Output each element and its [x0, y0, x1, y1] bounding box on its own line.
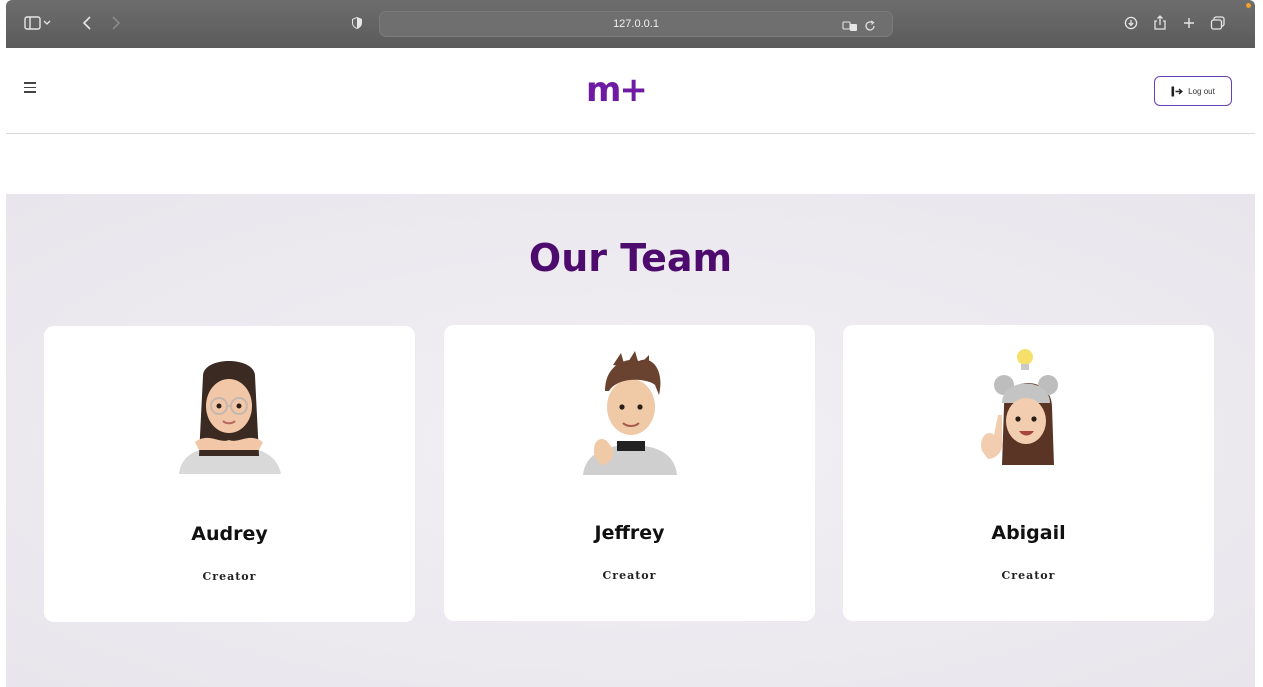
member-name: Jeffrey — [594, 522, 665, 544]
team-card-audrey: Audrey Creator — [44, 326, 415, 622]
forward-arrow-icon[interactable] — [110, 12, 122, 34]
member-name: Audrey — [191, 523, 268, 545]
share-icon[interactable] — [1153, 12, 1167, 34]
team-section: Our Team Audrey Creator Jeffrey Creator … — [6, 194, 1255, 687]
team-title: Our Team — [528, 236, 733, 280]
avatar-audrey — [179, 361, 281, 474]
privacy-shield-icon[interactable] — [351, 12, 363, 34]
member-role: Creator — [1001, 569, 1056, 582]
notification-dot — [1246, 3, 1251, 8]
logout-label: Log out — [1188, 86, 1215, 96]
hamburger-menu-icon[interactable] — [24, 82, 36, 93]
team-card-jeffrey: Jeffrey Creator — [444, 325, 815, 621]
tab-overview-icon[interactable] — [1210, 12, 1226, 34]
translate-icon[interactable] — [842, 15, 858, 37]
reload-icon[interactable] — [864, 15, 876, 37]
downloads-icon[interactable] — [1124, 12, 1138, 34]
sidebar-toggle-icon[interactable] — [24, 12, 52, 34]
app-header: m+ Log out — [6, 48, 1255, 134]
logout-icon — [1171, 86, 1184, 96]
browser-window: 127.0.0.1 m+ Log out Our Team Audrey Cre… — [6, 0, 1255, 687]
brand-logo[interactable]: m+ — [586, 70, 648, 110]
new-tab-plus-icon[interactable] — [1182, 12, 1196, 34]
team-card-abigail: Abigail Creator — [843, 325, 1214, 621]
address-bar-url: 127.0.0.1 — [613, 18, 659, 30]
avatar-jeffrey — [583, 351, 677, 475]
member-name: Abigail — [991, 522, 1066, 544]
member-role: Creator — [202, 570, 257, 583]
logout-button[interactable]: Log out — [1154, 76, 1232, 106]
browser-toolbar: 127.0.0.1 — [6, 0, 1255, 48]
avatar-abigail — [981, 349, 1058, 465]
address-bar[interactable]: 127.0.0.1 — [379, 11, 893, 37]
member-role: Creator — [602, 569, 657, 582]
back-arrow-icon[interactable] — [81, 12, 93, 34]
